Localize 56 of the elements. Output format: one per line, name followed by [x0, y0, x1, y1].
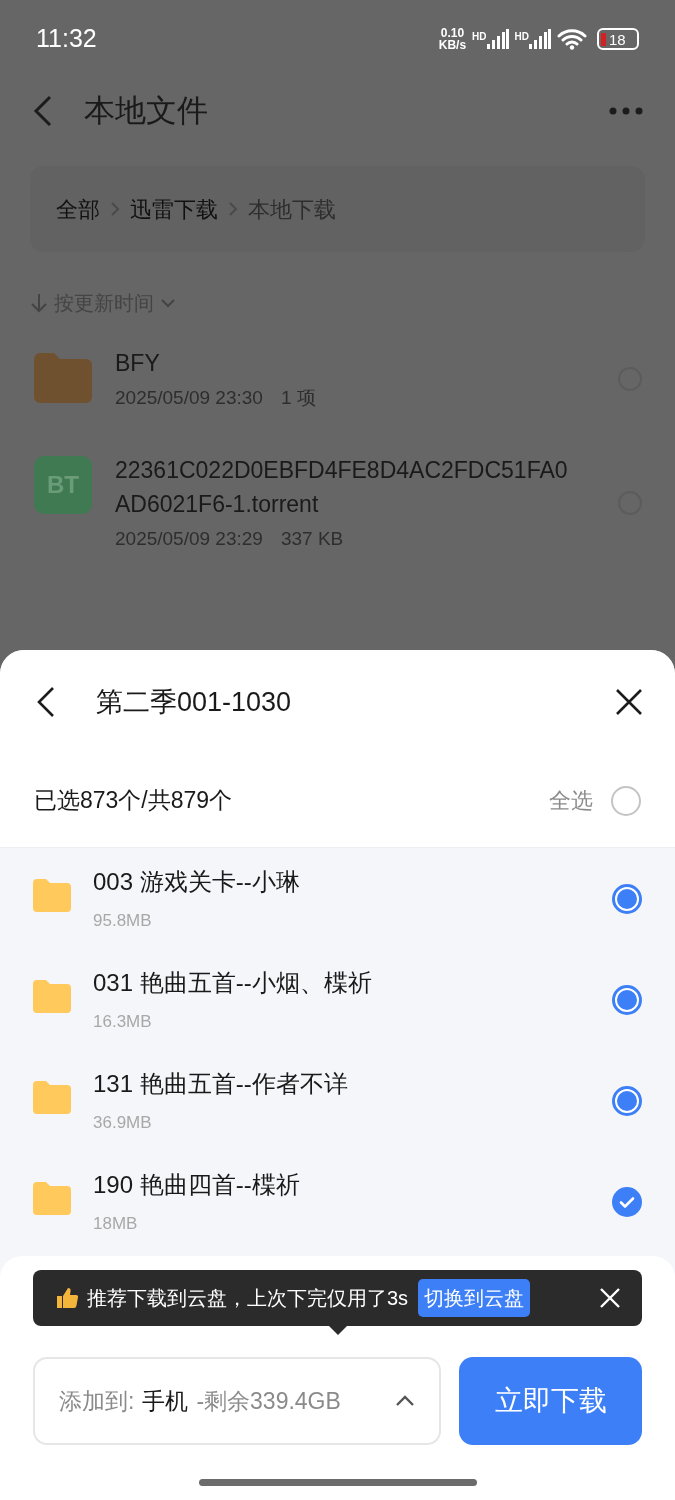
folder-icon — [33, 979, 71, 1013]
status-time: 11:32 — [36, 23, 97, 55]
selection-count: 已选873个/共879个 — [34, 786, 233, 816]
folder-size: 36.9MB — [93, 1111, 153, 1134]
folder-icon — [33, 878, 71, 912]
folder-name: 031 艳曲五首--小烟、楪祈 — [93, 967, 372, 998]
network-type: HD — [514, 30, 529, 44]
folder-name: 131 艳曲五首--作者不详 — [93, 1068, 348, 1099]
check-icon[interactable] — [612, 1186, 642, 1217]
breadcrumb-link[interactable]: 全部 — [56, 192, 100, 226]
page-title: 本地文件 — [84, 91, 208, 130]
select-all-checkbox[interactable] — [611, 785, 641, 816]
battery-fill — [601, 32, 606, 46]
file-name: 22361C022D0EBFD4FE8D4AC2FDC51FA0AD6021F6-1.torrent — [115, 455, 569, 519]
chevron-down-icon — [160, 298, 176, 308]
chevron-right-icon — [110, 201, 120, 217]
folder-icon — [33, 1080, 71, 1114]
more-icon[interactable] — [609, 107, 643, 115]
arrow-down-icon — [30, 293, 48, 313]
folder-size: 16.3MB — [93, 1010, 153, 1033]
file-name: BFY — [115, 349, 161, 378]
chevron-up-icon — [395, 1395, 415, 1407]
folder-name: 190 艳曲四首--楪祈 — [93, 1169, 300, 1200]
folder-icon — [34, 351, 92, 405]
network-type: HD — [472, 30, 487, 44]
close-icon[interactable] — [615, 688, 643, 716]
file-date: 2025/05/09 23:30 — [115, 386, 263, 410]
select-all-label[interactable]: 全选 — [549, 784, 593, 817]
signal-icon — [486, 29, 509, 49]
wifi-icon — [557, 28, 587, 50]
chevron-right-icon — [228, 201, 238, 217]
folder-size: 18MB — [93, 1212, 139, 1235]
download-button[interactable]: 立即下载 — [459, 1357, 642, 1445]
network-speed: 0.10 — [440, 27, 465, 39]
switch-to-cloud-button[interactable]: 切换到云盘 — [418, 1279, 531, 1317]
file-info: 1 项 — [280, 386, 316, 410]
sheet-title: 第二季001-1030 — [96, 685, 292, 719]
breadcrumb-link[interactable]: 迅雷下载 — [130, 192, 218, 226]
destination-device: 手机 — [142, 1386, 189, 1416]
destination-label: 添加到: — [59, 1386, 135, 1416]
radio-selected-icon[interactable] — [612, 883, 642, 914]
folder-size: 95.8MB — [93, 909, 153, 932]
signal-icon — [529, 29, 551, 49]
speed-unit: KB/s — [438, 39, 467, 51]
folder-icon — [33, 1181, 71, 1215]
thumbs-up-icon — [55, 1286, 79, 1310]
free-space: -剩余339.4GB — [196, 1386, 341, 1416]
file-date: 2025/05/09 23:29 — [115, 526, 263, 551]
tooltip-text: 推荐下载到云盘，上次下完仅用了3s — [87, 1286, 409, 1311]
destination-selector[interactable]: 添加到: 手机 -剩余339.4GB — [33, 1357, 441, 1445]
file-info: 337 KB — [280, 526, 344, 551]
radio-selected-icon[interactable] — [612, 984, 642, 1015]
folder-name: 003 游戏关卡--小琳 — [93, 866, 300, 897]
back-icon[interactable] — [36, 686, 56, 718]
radio-selected-icon[interactable] — [612, 1085, 642, 1116]
battery-level: 18 — [609, 31, 626, 47]
